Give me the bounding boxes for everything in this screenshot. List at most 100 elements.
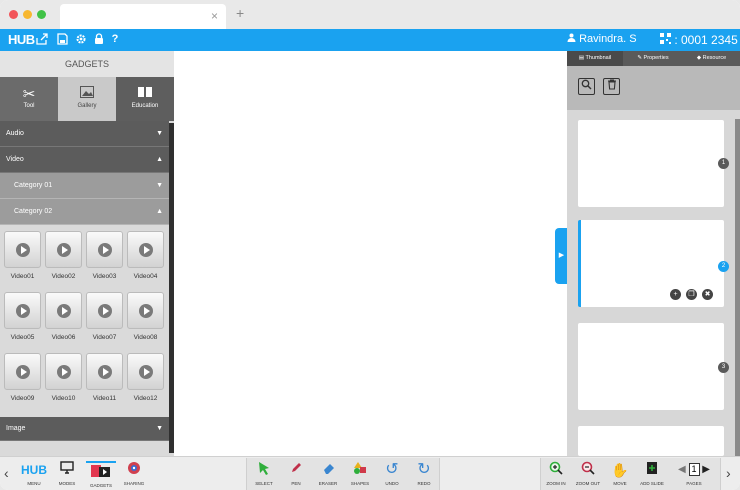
tab-gallery-label: Gallery — [77, 103, 97, 109]
share-icon[interactable] — [36, 33, 48, 46]
tab-tool[interactable]: ✂ Tool — [0, 77, 58, 121]
tab-tool-label: Tool — [23, 103, 35, 109]
zoom-in-label: ZOOM IN — [546, 481, 566, 486]
video-item[interactable]: Video07 — [86, 292, 123, 341]
video-item[interactable]: Video04 — [127, 231, 164, 280]
cursor-icon — [249, 461, 279, 479]
duplicate-icon[interactable]: ❐ — [686, 289, 697, 300]
chevron-down-icon: ▼ — [156, 425, 163, 432]
video-thumbnail — [86, 353, 123, 390]
modes-button[interactable]: MODES — [52, 461, 82, 486]
prev-page-icon[interactable]: ◀ — [678, 464, 686, 475]
view-tools-group: ZOOM IN ZOOM OUT ✋ MOVE ADD SLIDE ◀ 1 ▶ — [540, 458, 721, 490]
section-category-01[interactable]: Category 01 ▼ — [0, 173, 169, 199]
sharing-icon — [119, 461, 149, 479]
section-video[interactable]: Video ▲ — [0, 147, 169, 173]
move-label: MOVE — [613, 481, 627, 486]
select-label: SELECT — [255, 481, 273, 486]
add-slide-button[interactable]: ADD SLIDE — [637, 461, 667, 486]
video-item[interactable]: Video03 — [86, 231, 123, 280]
play-icon — [139, 243, 153, 257]
pen-icon — [281, 461, 311, 479]
section-category-02-label: Category 02 — [14, 208, 53, 215]
tab-resource-label: Resource — [702, 55, 727, 61]
tab-thumbnail[interactable]: ▤ Thumbnail — [567, 51, 623, 66]
sharing-button[interactable]: SHARING — [119, 461, 149, 486]
video-item[interactable]: Video02 — [45, 231, 82, 280]
gadgets-button[interactable]: GADGETS — [86, 461, 116, 488]
zoom-in-icon — [541, 461, 571, 479]
eraser-button[interactable]: ERASER — [313, 461, 343, 486]
save-icon[interactable] — [56, 33, 68, 46]
tab-close-icon[interactable]: × — [211, 9, 218, 23]
slide-thumbnail[interactable] — [578, 323, 724, 410]
redo-button[interactable]: ↻ REDO — [409, 461, 439, 486]
select-button[interactable]: SELECT — [249, 461, 279, 486]
whiteboard-canvas[interactable] — [174, 51, 567, 456]
new-tab-icon[interactable]: + — [236, 5, 244, 21]
user-name[interactable]: Ravindra. S — [567, 33, 637, 45]
zoom-in-button[interactable]: ZOOM IN — [541, 461, 571, 486]
video-thumbnail — [127, 231, 164, 268]
section-audio[interactable]: Audio ▼ — [0, 121, 169, 147]
video-item[interactable]: Video05 — [4, 292, 41, 341]
video-label: Video06 — [51, 334, 76, 341]
bottom-toolbar: ‹ HUB MENU MODES GADGETS SHARING SELECT … — [0, 456, 740, 490]
next-page-icon[interactable]: ▶ — [702, 464, 710, 475]
gear-icon[interactable] — [75, 33, 87, 46]
video-item[interactable]: Video08 — [127, 292, 164, 341]
tab-education[interactable]: Education — [116, 77, 174, 121]
tab-thumbnail-label: Thumbnail — [585, 55, 612, 61]
video-item[interactable]: Video11 — [86, 353, 123, 402]
video-item[interactable]: Video09 — [4, 353, 41, 402]
pages-control[interactable]: ◀ 1 ▶ PAGES — [669, 461, 719, 486]
video-thumbnail — [4, 353, 41, 390]
tab-properties[interactable]: ✎ Properties — [625, 51, 681, 66]
slide-thumbnail-selected[interactable]: + ❐ ✖ — [578, 220, 724, 307]
trash-icon[interactable] — [603, 78, 620, 95]
slide-thumbnail[interactable] — [578, 120, 724, 207]
help-icon[interactable]: ? — [109, 33, 121, 46]
eraser-icon — [313, 461, 343, 479]
play-icon — [98, 243, 112, 257]
chevron-left-icon[interactable]: ‹ — [4, 465, 9, 481]
book-icon — [116, 85, 174, 103]
undo-icon: ↺ — [385, 461, 399, 478]
pen-button[interactable]: PEN — [281, 461, 311, 486]
delete-icon[interactable]: ✖ — [702, 289, 713, 300]
shapes-button[interactable]: SHAPES — [345, 461, 375, 486]
gadgets-title: GADGETS — [0, 51, 174, 77]
play-icon — [57, 243, 71, 257]
play-icon — [16, 304, 30, 318]
search-icon[interactable] — [578, 78, 595, 95]
slide-thumbnail[interactable] — [578, 426, 724, 456]
move-button[interactable]: ✋ MOVE — [605, 461, 635, 486]
section-category-02[interactable]: Category 02 ▲ — [0, 199, 169, 225]
chevron-right-icon[interactable]: › — [726, 465, 731, 481]
tab-resource[interactable]: ◆ Resource — [683, 51, 740, 66]
video-item[interactable]: Video06 — [45, 292, 82, 341]
slides-scrollbar[interactable] — [735, 119, 740, 456]
chevron-down-icon: ▼ — [156, 182, 163, 189]
section-image[interactable]: Image ▼ — [0, 417, 169, 441]
video-label: Video12 — [133, 395, 158, 402]
slide-number: 3 — [718, 362, 729, 373]
video-item[interactable]: Video12 — [127, 353, 164, 402]
close-window-dot[interactable] — [9, 10, 18, 19]
maximize-window-dot[interactable] — [37, 10, 46, 19]
undo-button[interactable]: ↺ UNDO — [377, 461, 407, 486]
lock-icon[interactable] — [93, 33, 105, 46]
gadgets-icon — [86, 463, 116, 481]
zoom-out-button[interactable]: ZOOM OUT — [573, 461, 603, 486]
add-icon[interactable]: + — [670, 289, 681, 300]
menu-button[interactable]: HUB MENU — [19, 461, 49, 486]
qr-code-icon — [660, 33, 671, 44]
browser-tab[interactable]: × — [60, 4, 226, 29]
tab-gallery[interactable]: Gallery — [58, 77, 116, 121]
video-item[interactable]: Video10 — [45, 353, 82, 402]
minimize-window-dot[interactable] — [23, 10, 32, 19]
app-window: × + HUB ? Ravindra. S : 0001 2345 GADGET… — [0, 0, 740, 490]
video-thumbnail — [86, 292, 123, 329]
video-label: Video02 — [51, 273, 76, 280]
video-item[interactable]: Video01 — [4, 231, 41, 280]
